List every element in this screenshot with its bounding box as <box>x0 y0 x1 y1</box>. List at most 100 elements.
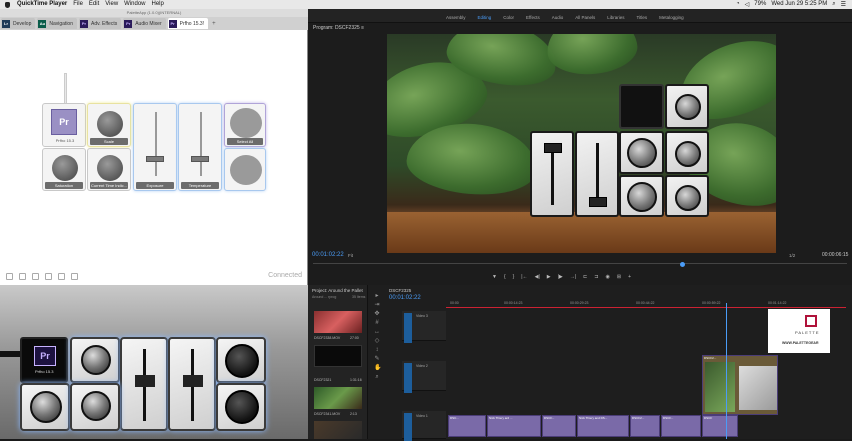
mark-out-button[interactable]: } <box>513 274 515 280</box>
work-area-bar[interactable] <box>446 307 846 308</box>
temperature-slider-handle[interactable] <box>191 156 209 162</box>
timeline-clip[interactable]: DSCF... <box>661 415 701 437</box>
pen-tool-icon[interactable]: ✎ <box>374 356 380 362</box>
program-video-frame[interactable] <box>387 34 776 253</box>
rolling-edit-tool-icon[interactable]: # <box>374 320 380 326</box>
play-button[interactable]: ▶ <box>547 274 551 280</box>
panel-menu-icon[interactable]: ≡ <box>361 25 364 31</box>
add-tab-button[interactable]: + <box>212 21 216 27</box>
timeline-clip[interactable]: Nick Thiery ard ... <box>487 415 541 437</box>
temperature-slider-module[interactable]: Temperature <box>178 103 222 191</box>
exposure-slider-module[interactable]: Exposure <box>133 103 177 191</box>
workspace-effects[interactable]: Effects <box>526 15 540 20</box>
tab-prfho[interactable]: Pr Prfho 15.3! <box>167 18 209 29</box>
comparison-view-button[interactable]: ⊞ <box>617 274 621 280</box>
sequence-title[interactable]: DSCF2325 <box>389 288 411 293</box>
wifi-icon[interactable]: ◔ <box>736 1 740 8</box>
razor-tool-icon[interactable]: ◇ <box>374 338 380 344</box>
notification-icon[interactable]: ☰ <box>841 1 846 8</box>
timeline-clip[interactable]: Nick Thiery and DS... <box>577 415 629 437</box>
source-patch[interactable] <box>404 313 412 343</box>
project-thumbnail[interactable] <box>314 387 362 409</box>
source-patch[interactable] <box>404 363 412 393</box>
zoom-tool-icon[interactable]: ⌕ <box>374 374 380 380</box>
ripple-edit-tool-icon[interactable]: ✥ <box>374 311 380 317</box>
exposure-slider-handle[interactable] <box>146 156 164 162</box>
button-module[interactable] <box>224 148 266 191</box>
workspace-assembly[interactable]: Assembly <box>446 15 466 20</box>
menu-edit[interactable]: Edit <box>86 0 102 9</box>
sequence-timecode[interactable]: 00:01:02:22 <box>389 295 421 301</box>
refresh-icon[interactable] <box>6 272 13 280</box>
select-all-button-module[interactable]: Select All <box>224 103 266 147</box>
workspace-libraries[interactable]: Libraries <box>607 15 624 20</box>
workspace-editing[interactable]: Editing <box>478 15 492 20</box>
menu-help[interactable]: Help <box>149 0 167 9</box>
track-select-tool-icon[interactable]: ⇥ <box>374 302 380 308</box>
timeline-clip[interactable]: DSCF2... <box>702 355 778 415</box>
saturation-dial[interactable] <box>52 155 78 181</box>
volume-icon[interactable]: ◁ <box>745 1 750 8</box>
track-header-v1[interactable]: Video 1 <box>402 411 446 441</box>
hand-tool-icon[interactable]: ✋ <box>374 365 381 371</box>
menu-view[interactable]: View <box>102 0 121 9</box>
menu-window[interactable]: Window <box>121 0 148 9</box>
workspace-all-panels[interactable]: All Panels <box>575 15 595 20</box>
program-time-ruler[interactable] <box>313 263 847 266</box>
workspace-audio[interactable]: Audio <box>552 15 564 20</box>
source-patch[interactable] <box>404 413 412 441</box>
go-to-in-button[interactable]: |← <box>521 274 527 280</box>
scale-dial-module[interactable]: Scale <box>87 103 131 147</box>
tab-develop[interactable]: Lr Develop <box>1 18 36 29</box>
selection-tool-icon[interactable]: ▸ <box>374 293 380 299</box>
folder-icon[interactable] <box>32 272 39 280</box>
rate-stretch-tool-icon[interactable]: ↔ <box>374 329 380 335</box>
cloud-icon[interactable] <box>71 272 78 280</box>
program-current-timecode[interactable]: 00:01:02:22 <box>312 252 344 258</box>
export-frame-button[interactable]: ◉ <box>606 274 610 280</box>
tab-navigation[interactable]: Au Navigation <box>37 18 77 29</box>
timeline-playhead[interactable] <box>726 303 727 439</box>
extract-button[interactable]: ⊐ <box>594 274 598 280</box>
menubar-clock[interactable]: Wed Jun 29 5:25 PM <box>771 1 827 8</box>
step-forward-button[interactable]: |▶ <box>558 274 563 280</box>
slip-tool-icon[interactable]: ↕ <box>374 347 380 353</box>
project-thumbnail[interactable] <box>314 345 362 367</box>
mark-in-button[interactable]: { <box>504 274 506 280</box>
export-icon[interactable] <box>58 272 65 280</box>
fit-dropdown[interactable]: Fit <box>348 253 353 258</box>
menu-file[interactable]: File <box>70 0 86 9</box>
select-all-button[interactable] <box>230 108 262 138</box>
workspace-color[interactable]: Color <box>503 15 514 20</box>
add-marker-button[interactable]: ▼ <box>492 274 497 280</box>
timeline-clip[interactable]: DSCF... <box>542 415 576 437</box>
go-to-out-button[interactable]: →| <box>570 274 576 280</box>
workspace-metalogging[interactable]: Metalogging <box>659 15 684 20</box>
current-time-dial-module[interactable]: Current Time Indic... <box>87 148 131 191</box>
palette-logo-clip[interactable]: PALETTE WWW.PALETTEGEAR <box>768 309 830 353</box>
lift-button[interactable]: ⊏ <box>583 274 587 280</box>
project-thumbnail[interactable] <box>314 311 362 333</box>
timeline-clip[interactable]: DSCF2... <box>630 415 660 437</box>
spotlight-icon[interactable]: ⌕ <box>832 1 835 8</box>
track-header-v3[interactable]: Video 3 <box>402 311 446 343</box>
program-playhead[interactable] <box>680 262 685 267</box>
apple-icon[interactable] <box>5 1 10 8</box>
battery-status[interactable]: 79% <box>754 1 766 8</box>
button[interactable] <box>230 155 262 185</box>
saturation-dial-module[interactable]: Saturation <box>42 148 86 191</box>
screen-module[interactable]: Pr Prfho 15.3 <box>42 103 86 147</box>
scale-dial[interactable] <box>97 111 123 137</box>
project-thumbnail[interactable] <box>314 421 362 439</box>
step-back-button[interactable]: ◀| <box>535 274 540 280</box>
track-header-v2[interactable]: Video 2 <box>402 361 446 393</box>
current-time-dial[interactable] <box>97 155 123 181</box>
button-editor-button[interactable]: + <box>628 274 631 280</box>
save-icon[interactable] <box>45 272 52 280</box>
workspace-titles[interactable]: Titles <box>637 15 648 20</box>
timeline-clip[interactable]: DSC... <box>448 415 486 437</box>
resolution-dropdown[interactable]: 1/2 <box>789 253 795 258</box>
timeline-clip[interactable]: DSCF <box>702 415 738 437</box>
tab-adv-effects[interactable]: Pr Adv. Effects <box>79 18 122 29</box>
menubar-app[interactable]: QuickTime Player <box>14 0 70 9</box>
